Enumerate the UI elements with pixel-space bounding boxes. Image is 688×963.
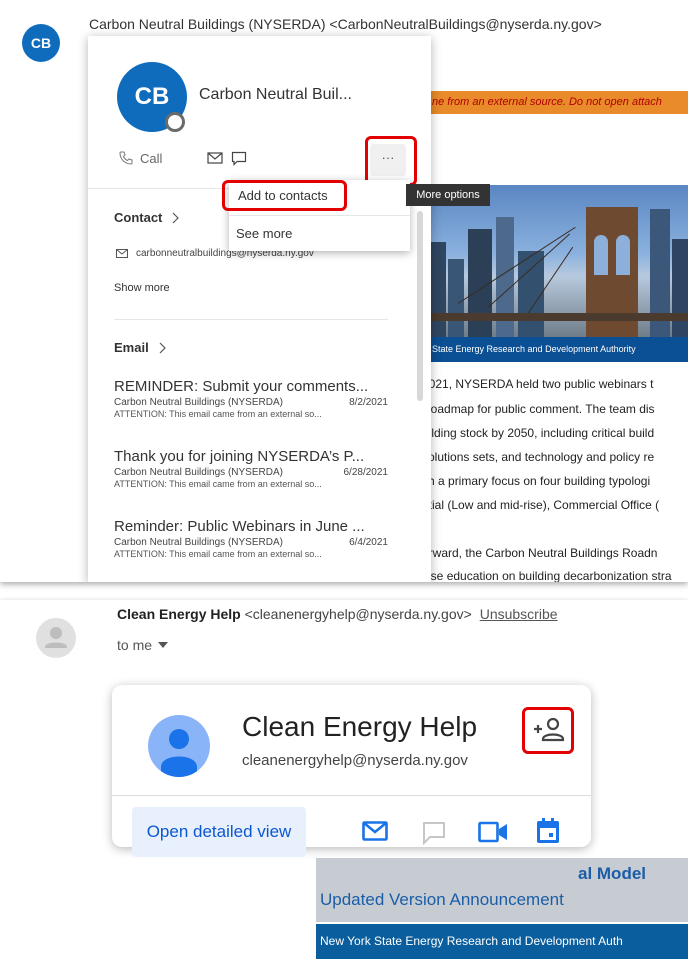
email-section-heading[interactable]: Email: [114, 340, 167, 355]
highlight-add-to-contacts: [222, 180, 347, 211]
body-line: orward, the Carbon Neutral Buildings Roa…: [422, 546, 658, 560]
email-date: 6/28/2021: [343, 467, 389, 478]
body-line: 2021, NYSERDA held two public webinars t: [422, 377, 654, 391]
email-sender: Carbon Neutral Buildings (NYSERDA): [114, 537, 283, 548]
recipient-dropdown[interactable]: to me: [117, 637, 169, 653]
contact-card: CB Carbon Neutral Buil... Call ··· Conta…: [88, 36, 431, 582]
contact-hovercard: Clean Energy Help cleanenergyhelp@nyserd…: [112, 685, 591, 857]
email-preview: ATTENTION: This email came from an exter…: [114, 479, 322, 489]
card-avatar: [148, 715, 210, 777]
chat-icon[interactable]: [231, 151, 247, 166]
sender-header: Clean Energy Help <cleanenergyhelp@nyser…: [117, 606, 558, 622]
person-icon: [161, 729, 197, 777]
email-icon[interactable]: [362, 821, 388, 841]
presence-status-icon: [165, 112, 185, 132]
external-warning-banner: ne from an external source. Do not open …: [418, 91, 688, 114]
sender-avatar[interactable]: CB: [22, 24, 60, 62]
card-scrollbar[interactable]: [417, 211, 423, 401]
unsubscribe-link[interactable]: Unsubscribe: [480, 606, 558, 622]
divider: [114, 319, 388, 320]
sender-avatar[interactable]: [36, 618, 76, 658]
photo-caption: State Energy Research and Development Au…: [418, 337, 688, 362]
video-call-icon[interactable]: [478, 821, 508, 843]
more-options-tooltip: More options: [406, 184, 490, 206]
caret-down-icon: [158, 642, 169, 648]
body-line: Roadmap for public comment. The team dis: [422, 402, 655, 416]
body-line: ntial (Low and mid-rise), Commercial Off…: [422, 498, 660, 512]
outlook-email-panel: CB Carbon Neutral Buildings (NYSERDA) <C…: [0, 0, 688, 582]
document-title: al Model: [578, 864, 647, 883]
card-contact-name: Carbon Neutral Buil...: [199, 86, 352, 103]
email-preview: ATTENTION: This email came from an exter…: [114, 409, 322, 419]
email-preview: ATTENTION: This email came from an exter…: [114, 549, 322, 559]
sender-email: <cleanenergyhelp@nyserda.ny.gov>: [244, 606, 472, 622]
gmail-email-panel: Clean Energy Help <cleanenergyhelp@nyser…: [0, 600, 688, 963]
email-list-item[interactable]: Reminder: Public Webinars in June ... Ca…: [114, 518, 388, 559]
call-label: Call: [140, 150, 163, 166]
document-subtitle: Updated Version Announcement: [320, 890, 564, 909]
chevron-right-icon: [159, 342, 166, 353]
chevron-right-icon: [172, 212, 180, 223]
sender-line[interactable]: Carbon Neutral Buildings (NYSERDA) <Carb…: [89, 16, 602, 32]
mail-icon: [116, 249, 128, 258]
email-list-item[interactable]: Thank you for joining NYSERDA’s P... Car…: [114, 448, 388, 489]
body-line: increase education on building decarboni…: [398, 569, 672, 582]
contact-section-heading[interactable]: Contact: [114, 210, 180, 225]
show-more-link[interactable]: Show more: [114, 282, 170, 294]
menu-item-see-more[interactable]: See more: [236, 226, 292, 241]
email-subject: Thank you for joining NYSERDA’s P...: [114, 448, 365, 465]
bridge-photo: [418, 185, 688, 337]
highlight-add-contact: [522, 707, 574, 754]
chat-icon[interactable]: [422, 821, 446, 845]
divider: [112, 795, 591, 796]
email-sender: Carbon Neutral Buildings (NYSERDA): [114, 467, 283, 478]
calendar-icon[interactable]: [536, 818, 560, 844]
person-icon: [45, 627, 67, 648]
contact-heading-label: Contact: [114, 210, 163, 225]
sender-name[interactable]: Clean Energy Help: [117, 606, 241, 622]
email-date: 6/4/2021: [349, 537, 388, 548]
body-line: uilding stock by 2050, including critica…: [422, 426, 655, 440]
email-subject: REMINDER: Submit your comments...: [114, 378, 369, 395]
body-line: solutions sets, and technology and polic…: [422, 450, 655, 464]
document-org-bar: New York State Energy Research and Devel…: [316, 924, 688, 959]
email-subject: Reminder: Public Webinars in June ...: [114, 518, 365, 535]
phone-icon: [119, 151, 133, 165]
card-initials: CB: [134, 83, 170, 110]
call-button[interactable]: Call: [118, 150, 162, 166]
card-contact-email: cleanenergyhelp@nyserda.ny.gov: [242, 752, 468, 769]
body-line: ith a primary focus on four building typ…: [422, 474, 651, 488]
email-heading-label: Email: [114, 340, 149, 355]
highlight-more-options: [365, 136, 417, 186]
divider: [229, 215, 410, 216]
open-detailed-view-button[interactable]: Open detailed view: [132, 807, 306, 857]
sender-initials: CB: [30, 35, 52, 51]
email-date: 8/2/2021: [349, 397, 388, 408]
mail-icon[interactable]: [207, 152, 223, 164]
to-me-label: to me: [117, 637, 153, 653]
email-list-item[interactable]: REMINDER: Submit your comments... Carbon…: [114, 378, 388, 419]
card-contact-name: Clean Energy Help: [242, 711, 478, 742]
email-sender: Carbon Neutral Buildings (NYSERDA): [114, 397, 283, 408]
